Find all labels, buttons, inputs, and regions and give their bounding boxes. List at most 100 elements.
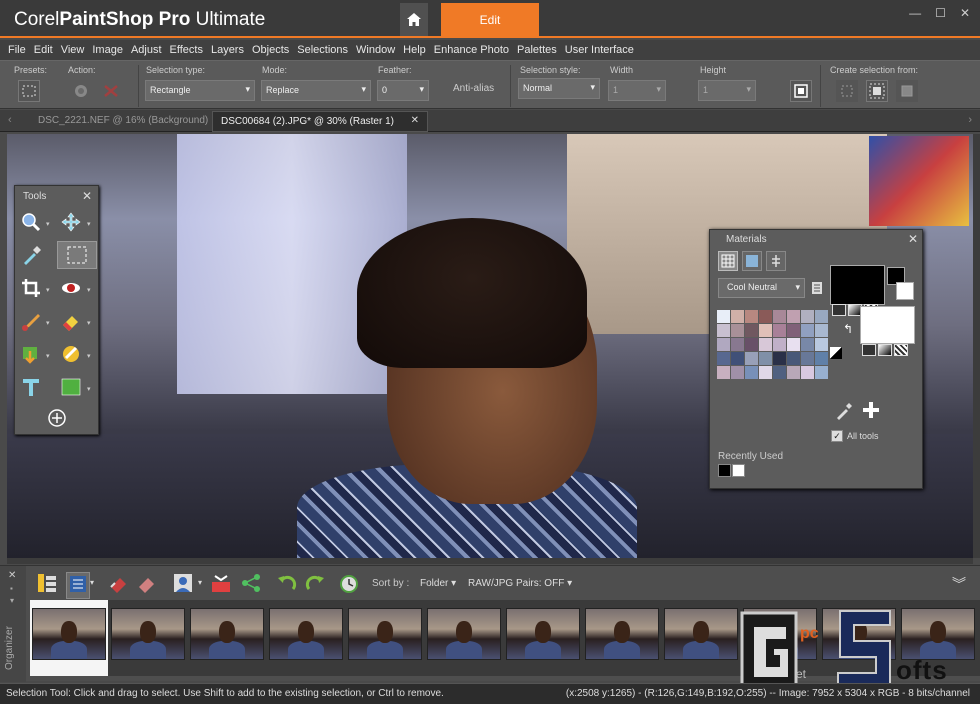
color-swatch[interactable] (731, 338, 744, 351)
palette-options-icon[interactable] (810, 281, 824, 298)
minimize-icon[interactable]: — (909, 6, 921, 20)
color-swatch[interactable] (801, 338, 814, 351)
gradient-tab[interactable] (742, 251, 762, 271)
thumbnail[interactable] (111, 608, 185, 660)
rotate-right-button[interactable] (304, 572, 326, 597)
recent-color-black[interactable] (718, 464, 731, 477)
reset-colors-icon[interactable] (830, 347, 842, 359)
navigation-button[interactable] (36, 572, 58, 597)
chevron-down-icon[interactable]: ▾ (198, 578, 202, 587)
close-icon[interactable]: ✕ (8, 570, 16, 581)
eraser-tool[interactable] (57, 307, 85, 335)
pattern-mode-icon[interactable] (894, 344, 908, 356)
tabs-scroll-left-icon[interactable]: ‹ (8, 114, 12, 126)
chevron-down-icon[interactable]: ▾ (46, 352, 50, 360)
sort-by-select[interactable]: Folder ▾ (420, 578, 456, 589)
recent-color-white[interactable] (732, 464, 745, 477)
remove-tag-button[interactable] (136, 572, 158, 597)
tab-dsc00684[interactable]: DSC00684 (2).JPG* @ 30% (Raster 1) ✕ (212, 111, 428, 132)
close-icon[interactable]: ✕ (908, 232, 918, 246)
red-eye-tool[interactable] (57, 274, 85, 302)
selection-type-select[interactable]: Rectangle (145, 80, 255, 101)
color-swatch[interactable] (815, 352, 828, 365)
color-swatch[interactable] (801, 352, 814, 365)
menu-file[interactable]: File (8, 44, 26, 56)
chevron-down-icon[interactable]: ▾ (90, 578, 94, 587)
maximize-icon[interactable]: ☐ (935, 6, 946, 20)
tab-dsc2221[interactable]: DSC_2221.NEF @ 16% (Background) (30, 111, 216, 132)
shape-tool[interactable] (57, 373, 85, 401)
color-mode-icon[interactable] (862, 344, 876, 356)
add-swatch-icon[interactable] (861, 400, 881, 423)
color-swatch[interactable] (745, 324, 758, 337)
thumbnail[interactable] (506, 608, 580, 660)
menu-user-interface[interactable]: User Interface (565, 44, 634, 56)
thumbnail[interactable] (32, 608, 106, 660)
color-swatch[interactable] (717, 324, 730, 337)
color-swatch[interactable] (731, 352, 744, 365)
menu-selections[interactable]: Selections (297, 44, 348, 56)
chevron-down-icon[interactable]: ▾ (46, 286, 50, 294)
presets-button[interactable] (18, 80, 40, 102)
raw-jpg-pairs-toggle[interactable]: RAW/JPG Pairs: OFF ▾ (468, 578, 572, 589)
all-tools-checkbox[interactable]: ✓ (831, 430, 843, 442)
swatches-tab[interactable] (718, 251, 738, 271)
color-swatch[interactable] (787, 338, 800, 351)
brush-tool[interactable] (17, 307, 45, 335)
chevron-down-icon[interactable]: ▾ (87, 319, 91, 327)
color-swatch[interactable] (731, 310, 744, 323)
color-swatch[interactable] (773, 366, 786, 379)
color-swatch[interactable] (815, 366, 828, 379)
color-mode-icon[interactable] (832, 304, 846, 316)
palette-select[interactable]: Cool Neutral ▾ (718, 278, 805, 298)
chevron-down-icon[interactable]: ▾ (87, 220, 91, 228)
time-machine-button[interactable] (338, 572, 360, 597)
color-swatch[interactable] (815, 338, 828, 351)
color-swatch[interactable] (787, 366, 800, 379)
selection-from-object-button[interactable] (896, 80, 918, 102)
thumbnail[interactable] (190, 608, 264, 660)
color-swatch[interactable] (773, 324, 786, 337)
thumbnail[interactable] (269, 608, 343, 660)
color-swatch[interactable] (773, 352, 786, 365)
menu-image[interactable]: Image (92, 44, 123, 56)
dropper-icon[interactable] (835, 402, 853, 423)
color-swatch[interactable] (815, 324, 828, 337)
color-swatch[interactable] (773, 338, 786, 351)
color-swatch[interactable] (787, 324, 800, 337)
color-swatch[interactable] (745, 352, 758, 365)
color-swatch[interactable] (801, 366, 814, 379)
thumbnail[interactable] (664, 608, 738, 660)
menu-adjust[interactable]: Adjust (131, 44, 162, 56)
color-swatch[interactable] (759, 338, 772, 351)
color-swatch[interactable] (759, 366, 772, 379)
color-swatch[interactable] (801, 310, 814, 323)
thumbnail[interactable] (427, 608, 501, 660)
horizontal-scrollbar[interactable] (7, 558, 973, 564)
color-swatch[interactable] (717, 310, 730, 323)
chevron-down-icon[interactable]: ▾ (87, 385, 91, 393)
selection-tool[interactable] (57, 241, 97, 269)
menu-palettes[interactable]: Palettes (517, 44, 557, 56)
pin-icon[interactable]: ▪ (10, 584, 13, 593)
color-swatch[interactable] (717, 338, 730, 351)
color-swatch[interactable] (731, 366, 744, 379)
text-tool[interactable] (17, 373, 45, 401)
dropper-tool[interactable] (17, 241, 45, 269)
width-input[interactable]: 1 (608, 80, 666, 101)
thumbnail[interactable] (585, 608, 659, 660)
collapse-organizer-icon[interactable]: ︾ (952, 574, 966, 594)
color-swatch[interactable] (759, 352, 772, 365)
fill-tool[interactable] (17, 340, 45, 368)
menu-view[interactable]: View (61, 44, 85, 56)
select-all-button[interactable] (790, 80, 812, 102)
selection-style-select[interactable]: Normal (518, 78, 600, 99)
chevron-down-icon[interactable]: ▾ (46, 220, 50, 228)
crop-tool[interactable] (17, 274, 45, 302)
foreground-swatch[interactable] (830, 265, 885, 305)
color-swatch[interactable] (773, 310, 786, 323)
gradient-mode-icon[interactable] (878, 344, 892, 356)
share-button[interactable] (240, 572, 262, 597)
thumbnail[interactable] (348, 608, 422, 660)
apply-icon[interactable] (102, 83, 120, 102)
